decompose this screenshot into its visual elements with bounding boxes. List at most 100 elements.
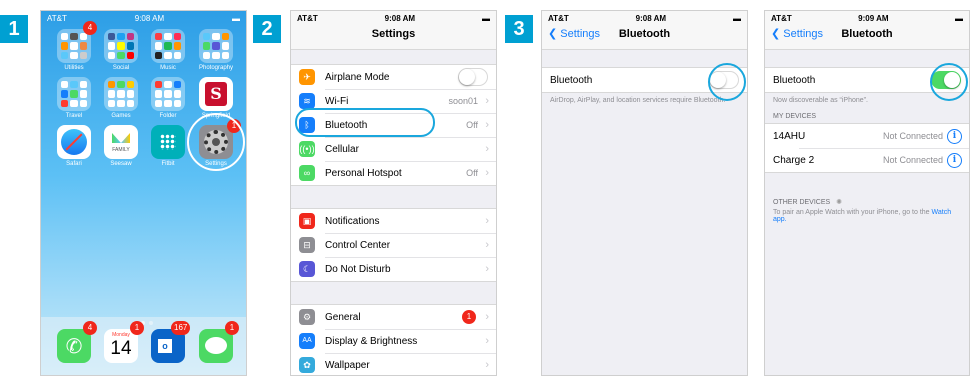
page-title: Bluetooth [841,28,893,40]
moon-icon: ☾ [299,261,315,277]
row-label: Personal Hotspot [325,167,402,179]
page-title: Settings [371,28,416,40]
device-name: Charge 2 [773,154,815,166]
carrier: AT&T [47,13,67,23]
app-label: Games [111,113,131,119]
settings-row-cellular[interactable]: ((•)) Cellular › [291,137,496,161]
settings-group-general: ⚙ General 1 › AA Display & Brightness › … [291,304,496,375]
app-label: Music [160,65,176,71]
settings-row-hotspot[interactable]: ∞ Personal Hotspot Off › [291,161,496,185]
chevron-right-icon: › [485,311,489,323]
clock: 9:09 AM [858,13,889,23]
row-label: Do Not Disturb [325,263,391,275]
gear-icon: ⚙ [299,309,315,325]
device-name: 14AHU [773,130,806,142]
general-badge: 1 [462,310,476,324]
clock: 9:08 AM [384,13,416,23]
phone-badge: 4 [83,321,97,335]
travel-folder[interactable] [57,77,91,111]
battery-icon: ▬ [482,13,490,23]
device-row[interactable]: 14AHU Not Connected i [765,124,969,148]
clock: 9:08 AM [134,13,165,23]
games-folder[interactable] [104,77,138,111]
spinner-icon: ✺ [836,199,843,206]
settings-row-wallpaper[interactable]: ✿ Wallpaper › [291,353,496,375]
cellular-icon: ((•)) [299,141,315,157]
phone-bluetooth-on: AT&T 9:09 AM ▬ ❮ Settings Bluetooth Blue… [764,10,970,376]
battery-icon: ▬ [232,13,240,23]
seesaw-app-icon[interactable]: FAMILY [104,125,138,159]
settings-row-control-center[interactable]: ⊟ Control Center › [291,233,496,257]
status-bar: AT&T 9:08 AM ▬ [542,11,747,25]
device-status: Not Connected [882,131,943,141]
chevron-right-icon: › [485,95,489,107]
row-label: Display & Brightness [325,335,418,347]
airplane-toggle[interactable] [458,68,488,86]
toggle-highlight-circle [930,63,968,101]
app-label: Utilities [64,65,84,71]
springfield-app-icon[interactable]: S [199,77,233,111]
app-label: Safari [66,161,82,167]
safari-app-icon[interactable] [57,125,91,159]
row-label: Airplane Mode [325,71,390,83]
clock: 9:08 AM [635,13,667,23]
battery-icon: ▬ [733,13,741,23]
row-value: Off [466,168,478,178]
dock: ✆ 4 Monday 14 1 o 167 1 [41,317,246,375]
wallpaper-icon: ✿ [299,357,315,373]
nav-bar: AT&T 9:09 AM ▬ ❮ Settings Bluetooth [765,11,969,50]
nav-bar: AT&T 9:08 AM ▬ Settings [291,11,496,50]
settings-row-display[interactable]: AA Display & Brightness › [291,329,496,353]
social-folder[interactable] [104,29,138,63]
settings-row-do-not-disturb[interactable]: ☾ Do Not Disturb › [291,257,496,281]
bluetooth-row-highlight [295,108,435,137]
row-label: Bluetooth [550,74,593,86]
notifications-icon: ▣ [299,213,315,229]
control-center-icon: ⊟ [299,237,315,253]
info-icon[interactable]: i [947,128,962,144]
battery-icon: ▬ [955,13,963,23]
wifi-icon: ≋ [299,93,315,109]
my-devices-header: MY DEVICES [773,113,817,120]
utilities-badge: 4 [83,21,97,35]
row-label: General [325,311,361,323]
app-label: Social [112,65,130,71]
settings-row-general[interactable]: ⚙ General 1 › [291,305,496,329]
phone-settings: AT&T 9:08 AM ▬ Settings ✈ Airplane Mode … [290,10,497,376]
info-icon[interactable]: i [947,152,962,168]
row-label: Wallpaper [325,359,370,371]
music-folder[interactable] [151,29,185,63]
folder-folder[interactable] [151,77,185,111]
carrier: AT&T [771,13,792,23]
nav-bar: AT&T 9:08 AM ▬ ❮ Settings Bluetooth [542,11,747,50]
chevron-right-icon: › [485,119,489,131]
messages-badge: 1 [225,321,239,335]
row-label: Notifications [325,215,380,227]
phone-bluetooth-off: AT&T 9:08 AM ▬ ❮ Settings Bluetooth Blue… [541,10,748,376]
phone-home-screen: AT&T 9:08 AM ▬ 4 Utilities Social Music … [40,10,247,376]
settings-highlight-circle [187,113,245,171]
chevron-right-icon: › [485,239,489,251]
app-label: Photography [198,65,234,71]
airplane-icon: ✈ [299,69,315,85]
chevron-right-icon: › [485,263,489,275]
photography-folder[interactable] [199,29,233,63]
other-devices-header: OTHER DEVICES ✺ [773,199,843,206]
step-3-badge: 3 [505,15,533,43]
calendar-badge: 1 [130,321,144,335]
device-status: Not Connected [882,155,943,165]
row-label: Cellular [325,143,359,155]
watch-text: To pair an Apple Watch with your iPhone,… [773,209,930,216]
step-2-badge: 2 [253,15,281,43]
chevron-right-icon: › [485,143,489,155]
row-value: soon01 [448,96,478,106]
status-bar: AT&T 9:08 AM ▬ [41,11,246,25]
settings-row-airplane[interactable]: ✈ Airplane Mode [291,65,496,89]
device-row[interactable]: Charge 2 Not Connected i [765,148,969,172]
fitbit-app-icon[interactable] [151,125,185,159]
settings-group-notifications: ▣ Notifications › ⊟ Control Center › ☾ D… [291,208,496,282]
row-value: Off [466,120,478,130]
settings-row-notifications[interactable]: ▣ Notifications › [291,209,496,233]
page-title: Bluetooth [618,28,671,40]
step-1-badge: 1 [0,15,28,43]
